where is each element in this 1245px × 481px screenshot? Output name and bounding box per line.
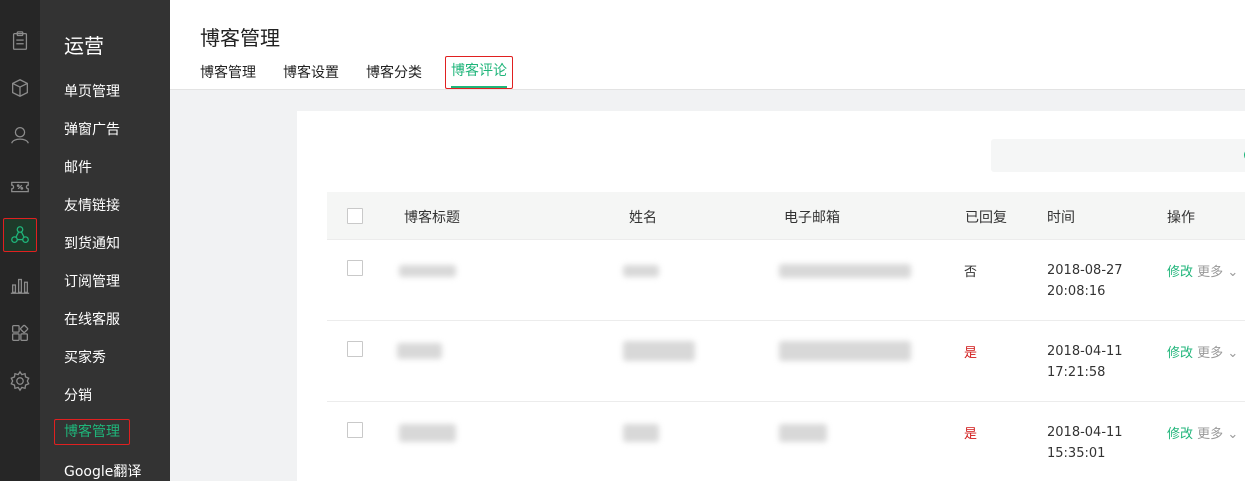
- tab-blog-settings[interactable]: 博客设置: [283, 62, 339, 82]
- subnav-item-arrival-notice[interactable]: 到货通知: [64, 234, 120, 254]
- blurred-blog-title: [397, 343, 442, 359]
- chevron-down-icon: ⌄: [1227, 265, 1239, 280]
- page-header: 博客管理 博客管理 博客设置 博客分类 博客评论: [170, 0, 1245, 90]
- user-icon[interactable]: [3, 118, 37, 152]
- tab-blog-comments-label: 博客评论: [451, 63, 507, 79]
- column-actions: 操作: [1167, 210, 1195, 226]
- subnav-item-subscriptions[interactable]: 订阅管理: [64, 272, 120, 292]
- row-checkbox[interactable]: [347, 260, 363, 276]
- apps-icon[interactable]: [3, 316, 37, 350]
- column-email: 电子邮箱: [784, 210, 840, 226]
- row-checkbox[interactable]: [347, 341, 363, 357]
- blurred-email: [779, 424, 827, 442]
- more-dropdown[interactable]: 更多 ⌄: [1197, 346, 1238, 361]
- select-all-checkbox[interactable]: [347, 208, 363, 224]
- blurred-name: [623, 424, 659, 442]
- subnav-item-friend-links[interactable]: 友情链接: [64, 196, 120, 216]
- replied-status: 否: [964, 265, 978, 280]
- timestamp-time: 17:21:58: [1047, 365, 1106, 380]
- box-icon[interactable]: [3, 71, 37, 105]
- page-title: 博客管理: [200, 26, 280, 50]
- subnav-item-single-page[interactable]: 单页管理: [64, 82, 120, 102]
- table-row: 是 2018-04-11 17:21:58 修改 更多 ⌄: [327, 321, 1245, 402]
- timestamp-time: 20:08:16: [1047, 284, 1106, 299]
- subnav-item-online-service[interactable]: 在线客服: [64, 310, 120, 330]
- blurred-name: [623, 341, 695, 361]
- more-dropdown[interactable]: 更多 ⌄: [1197, 265, 1238, 280]
- active-tab-underline: [451, 86, 507, 88]
- coupon-icon[interactable]: [3, 170, 37, 204]
- more-label: 更多: [1197, 346, 1224, 361]
- tab-blog-categories[interactable]: 博客分类: [366, 62, 422, 82]
- subnav-item-blog-management[interactable]: 博客管理: [54, 419, 130, 445]
- timestamp-date: 2018-04-11: [1047, 425, 1123, 440]
- subnav-item-mail[interactable]: 邮件: [64, 158, 92, 178]
- column-name: 姓名: [629, 210, 657, 226]
- blurred-email: [779, 264, 911, 278]
- row-actions: 修改 更多 ⌄: [1167, 423, 1238, 442]
- subnav-item-distribution[interactable]: 分销: [64, 386, 92, 406]
- column-replied: 已回复: [965, 210, 1007, 226]
- timestamp: 2018-04-11 17:21:58: [1047, 341, 1123, 383]
- column-blog-title: 博客标题: [404, 210, 460, 226]
- table-row: 是 2018-04-11 15:35:01 修改 更多 ⌄: [327, 402, 1245, 481]
- chevron-down-icon: ⌄: [1227, 427, 1239, 442]
- table-row: 否 2018-08-27 20:08:16 修改 更多 ⌄: [327, 240, 1245, 321]
- blurred-blog-title: [399, 265, 456, 277]
- more-dropdown[interactable]: 更多 ⌄: [1197, 427, 1238, 442]
- comments-table: 博客标题 姓名 电子邮箱 已回复 时间 操作 否 2018-08-27 20:0…: [327, 192, 1245, 481]
- sub-navigation: 运营 单页管理 弹窗广告 邮件 友情链接 到货通知 订阅管理 在线客服 买家秀 …: [40, 0, 170, 481]
- chevron-down-icon: ⌄: [1227, 346, 1239, 361]
- bar-chart-icon[interactable]: [3, 268, 37, 302]
- tab-blog-management[interactable]: 博客管理: [200, 62, 256, 82]
- column-time: 时间: [1047, 210, 1075, 226]
- row-checkbox[interactable]: [347, 422, 363, 438]
- icon-rail: [0, 0, 40, 481]
- row-actions: 修改 更多 ⌄: [1167, 342, 1238, 361]
- blurred-blog-title: [399, 424, 456, 442]
- edit-link[interactable]: 修改: [1167, 346, 1193, 361]
- timestamp-date: 2018-08-27: [1047, 263, 1123, 278]
- blurred-email: [779, 341, 911, 361]
- subnav-item-buyer-show[interactable]: 买家秀: [64, 348, 106, 368]
- clipboard-icon[interactable]: [3, 24, 37, 58]
- subnav-title: 运营: [64, 34, 104, 58]
- subnav-item-google-translate[interactable]: Google翻译: [64, 462, 141, 481]
- search-input[interactable]: [991, 139, 1245, 172]
- timestamp-time: 15:35:01: [1047, 446, 1106, 461]
- subnav-item-popup-ads[interactable]: 弹窗广告: [64, 120, 120, 140]
- edit-link[interactable]: 修改: [1167, 265, 1193, 280]
- network-icon[interactable]: [3, 218, 37, 252]
- content-card: 博客标题 姓名 电子邮箱 已回复 时间 操作 否 2018-08-27 20:0…: [297, 111, 1245, 481]
- row-actions: 修改 更多 ⌄: [1167, 261, 1238, 280]
- tab-blog-comments[interactable]: 博客评论: [445, 56, 513, 89]
- timestamp-date: 2018-04-11: [1047, 344, 1123, 359]
- edit-link[interactable]: 修改: [1167, 427, 1193, 442]
- blurred-name: [623, 265, 659, 277]
- timestamp: 2018-08-27 20:08:16: [1047, 260, 1123, 302]
- replied-status: 是: [964, 346, 978, 361]
- replied-status: 是: [964, 427, 978, 442]
- more-label: 更多: [1197, 265, 1224, 280]
- tab-blog-categories-label: 博客分类: [366, 65, 422, 81]
- more-label: 更多: [1197, 427, 1224, 442]
- timestamp: 2018-04-11 15:35:01: [1047, 422, 1123, 464]
- table-header: 博客标题 姓名 电子邮箱 已回复 时间 操作: [327, 192, 1245, 240]
- gear-icon[interactable]: [3, 364, 37, 398]
